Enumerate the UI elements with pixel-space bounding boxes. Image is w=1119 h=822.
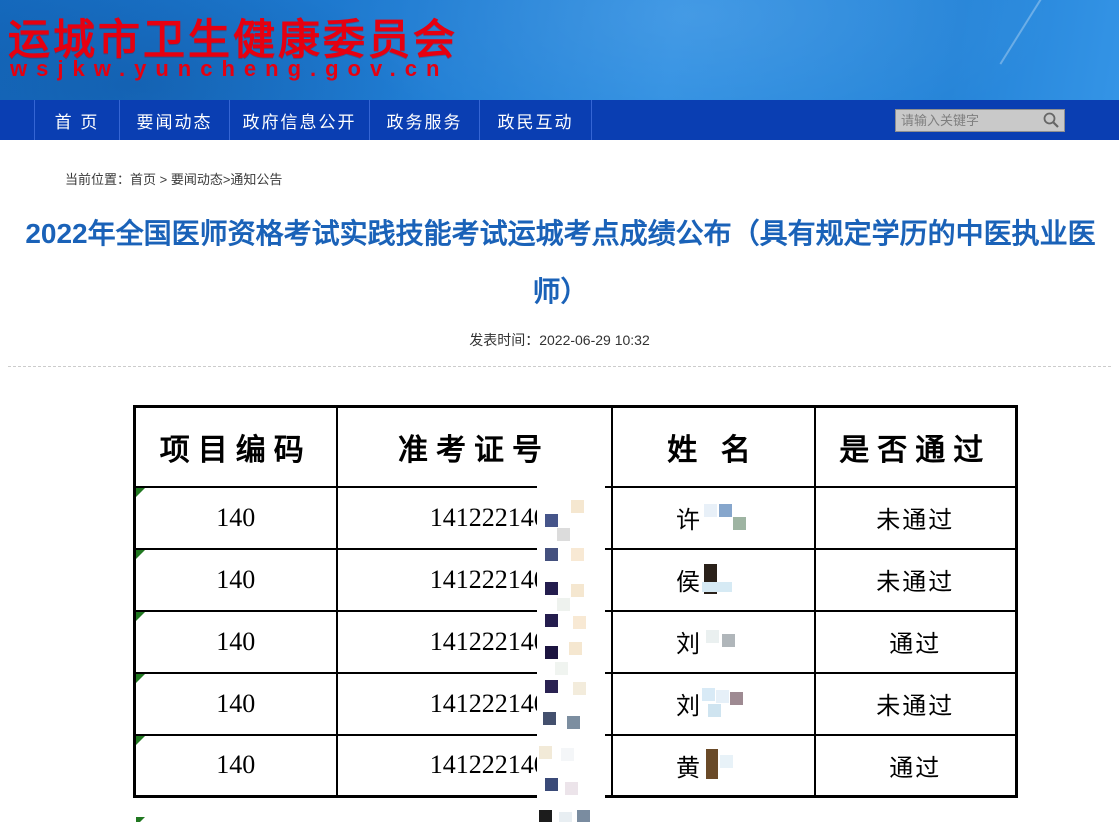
mosaic-pixel <box>708 704 721 717</box>
publish-time-label: 发表时间： <box>469 332 539 348</box>
mosaic-pixel <box>577 810 590 822</box>
nav-item-services[interactable]: 政务服务 <box>370 100 480 140</box>
main-nav: 首 页 要闻动态 政府信息公开 政务服务 政民互动 <box>0 100 1119 140</box>
cell-project-code: 140 <box>135 549 337 611</box>
nav-item-home[interactable]: 首 页 <box>35 100 120 140</box>
mosaic-pixel <box>704 504 717 517</box>
nav-item-info-disclosure[interactable]: 政府信息公开 <box>230 100 370 140</box>
search-box <box>895 109 1065 132</box>
mosaic-pixel <box>730 692 743 705</box>
mosaic-pixel <box>569 642 582 655</box>
mosaic-pixel <box>573 616 586 629</box>
mosaic-pixel <box>557 528 570 541</box>
mosaic-pixel <box>539 810 552 822</box>
excel-error-indicator <box>136 736 145 745</box>
col-header-pass: 是否通过 <box>815 407 1017 487</box>
project-code-value: 140 <box>216 750 255 779</box>
project-code-value: 140 <box>216 503 255 532</box>
banner-decor-streak <box>999 0 1042 65</box>
cell-result: 未通过 <box>815 487 1017 549</box>
mosaic-pixel <box>539 746 552 759</box>
col-header-name: 姓 名 <box>612 407 815 487</box>
name-value: 侯 <box>676 562 700 597</box>
mosaic-pixel <box>716 690 729 703</box>
cell-name: 黄 <box>612 735 815 797</box>
cell-name: 刘 <box>612 611 815 673</box>
name-value: 许 <box>676 500 700 535</box>
mosaic-pixel <box>545 646 558 659</box>
censor-mosaic <box>702 626 750 658</box>
col-header-ticket-no: 准考证号 <box>337 407 612 487</box>
mosaic-pixel <box>545 778 558 791</box>
excel-error-indicator <box>136 612 145 621</box>
name-value: 黄 <box>676 748 700 783</box>
cell-name: 侯 <box>612 549 815 611</box>
project-code-value: 140 <box>216 627 255 656</box>
cell-result: 未通过 <box>815 549 1017 611</box>
excel-error-indicator <box>136 674 145 683</box>
excel-error-indicator <box>136 550 145 559</box>
cell-name: 许 <box>612 487 815 549</box>
nav-item-interaction[interactable]: 政民互动 <box>480 100 592 140</box>
mosaic-pixel <box>571 548 584 561</box>
mosaic-pixel <box>565 782 578 795</box>
mosaic-pixel <box>559 812 572 822</box>
censor-mosaic <box>702 749 750 781</box>
excel-error-indicator <box>136 488 145 497</box>
mosaic-pixel <box>702 688 715 701</box>
search-input[interactable] <box>896 113 1042 128</box>
nav-item-news[interactable]: 要闻动态 <box>120 100 230 140</box>
censor-mosaic <box>702 564 750 596</box>
table-header-row: 项目编码 准考证号 姓 名 是否通过 <box>135 407 1017 487</box>
mosaic-pixel <box>543 712 556 725</box>
censor-mosaic <box>702 502 750 534</box>
mosaic-pixel <box>555 662 568 675</box>
mosaic-pixel <box>722 634 735 647</box>
mosaic-pixel <box>571 584 584 597</box>
project-code-value: 140 <box>216 689 255 718</box>
mosaic-pixel <box>545 548 558 561</box>
nav-divider <box>0 100 35 140</box>
mosaic-pixel <box>557 598 570 611</box>
censor-mosaic <box>702 688 750 720</box>
mosaic-pixel <box>733 517 746 530</box>
mosaic-pixel <box>573 682 586 695</box>
cell-result: 未通过 <box>815 673 1017 735</box>
search-icon[interactable] <box>1042 111 1064 129</box>
page: 运城市卫生健康委员会 wsjkw.yuncheng.gov.cn 首 页 要闻动… <box>0 0 1119 822</box>
publish-time-value: 2022-06-29 10:32 <box>539 332 650 348</box>
mosaic-pixel <box>706 630 719 643</box>
name-value: 刘 <box>676 686 700 721</box>
excel-error-indicator <box>136 817 145 822</box>
page-title: 2022年全国医师资格考试实践技能考试运城考点成绩公布（具有规定学历的中医执业医… <box>18 205 1103 321</box>
mosaic-pixel <box>567 716 580 729</box>
censor-strip <box>537 486 605 822</box>
mosaic-pixel <box>702 582 732 592</box>
cell-project-code: 140 <box>135 487 337 549</box>
mosaic-pixel <box>545 582 558 595</box>
mosaic-pixel <box>706 749 718 779</box>
name-value: 刘 <box>676 624 700 659</box>
cell-project-code: 140 <box>135 735 337 797</box>
mosaic-pixel <box>561 748 574 761</box>
col-header-project-code: 项目编码 <box>135 407 337 487</box>
publish-time: 发表时间：2022-06-29 10:32 <box>0 330 1119 350</box>
cell-name: 刘 <box>612 673 815 735</box>
cell-result: 通过 <box>815 735 1017 797</box>
project-code-value: 140 <box>216 565 255 594</box>
mosaic-pixel <box>545 614 558 627</box>
content-divider <box>8 366 1111 367</box>
mosaic-pixel <box>719 504 732 517</box>
cell-result: 通过 <box>815 611 1017 673</box>
breadcrumb: 当前位置：首页 > 要闻动态>通知公告 <box>65 169 282 188</box>
mosaic-pixel <box>571 500 584 513</box>
site-banner: 运城市卫生健康委员会 wsjkw.yuncheng.gov.cn <box>0 0 1119 100</box>
cell-project-code: 140 <box>135 611 337 673</box>
mosaic-pixel <box>720 755 733 768</box>
site-url: wsjkw.yuncheng.gov.cn <box>10 56 448 82</box>
mosaic-pixel <box>545 514 558 527</box>
mosaic-pixel <box>545 680 558 693</box>
cell-project-code: 140 <box>135 673 337 735</box>
